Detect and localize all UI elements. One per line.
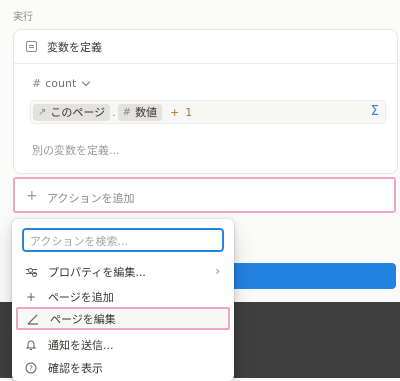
menu-item-label: プロパティを編集... — [48, 265, 146, 279]
menu-item-edit-property[interactable]: プロパティを編集... › — [16, 260, 230, 283]
menu-item-label: 通知を送信... — [48, 338, 114, 352]
formula-editor[interactable]: ↗ このページ . # 数値 + 1 Σ — [30, 100, 386, 124]
section-label: 実行 — [13, 12, 33, 23]
variable-name-selector[interactable]: # count — [32, 77, 91, 90]
action-search-input[interactable] — [28, 231, 222, 252]
card-header[interactable]: 変数を定義 — [14, 30, 397, 64]
menu-item-label: ページを編集 — [50, 312, 116, 326]
formula-separator: . — [112, 105, 116, 119]
token-page-label: このページ — [50, 106, 106, 119]
menu-item-edit-page[interactable]: ページを編集 — [16, 307, 230, 330]
menu-item-label: ページを追加 — [48, 290, 114, 304]
sliders-icon — [20, 267, 42, 277]
card-title: 変数を定義 — [47, 41, 102, 54]
action-menu: プロパティを編集... › + ページを追加 ページを編集 通知を送信... ?… — [12, 219, 234, 381]
variable-name: count — [45, 77, 77, 90]
chevron-right-icon: › — [215, 264, 220, 278]
hash-icon: # — [122, 106, 132, 118]
variable-icon — [26, 41, 37, 52]
edit-icon — [22, 313, 44, 325]
bell-icon — [20, 339, 42, 351]
plus-icon: + — [25, 289, 37, 304]
question-icon: ? — [20, 362, 42, 374]
chevron-down-icon — [82, 77, 91, 87]
hash-icon: # — [32, 77, 42, 90]
add-action-button[interactable]: + アクションを追加 — [13, 177, 396, 213]
formula-operand: 1 — [185, 105, 193, 119]
add-action-label: アクションを追加 — [47, 192, 135, 205]
menu-item-show-confirmation[interactable]: ? 確認を表示 — [16, 356, 230, 379]
menu-item-add-page[interactable]: + ページを追加 — [16, 285, 230, 308]
plus-icon: + — [26, 188, 38, 204]
primary-button[interactable] — [222, 263, 396, 289]
token-property-label: 数値 — [135, 106, 158, 119]
formula-operator: + — [170, 105, 180, 119]
sigma-icon[interactable]: Σ — [371, 104, 379, 119]
relation-arrow-icon: ↗ — [38, 106, 47, 118]
formula-token-property[interactable]: # 数値 — [117, 103, 163, 121]
define-variable-card: 変数を定義 # count ↗ このページ . # 数値 + 1 Σ 別の変数を… — [13, 29, 398, 174]
formula-token-page[interactable]: ↗ このページ — [33, 103, 111, 121]
action-search-box[interactable] — [22, 228, 224, 252]
svg-text:?: ? — [29, 364, 33, 372]
menu-item-label: 確認を表示 — [48, 361, 103, 375]
define-another-variable-button[interactable]: 別の変数を定義... — [32, 142, 120, 158]
menu-item-send-notification[interactable]: 通知を送信... — [16, 333, 230, 356]
